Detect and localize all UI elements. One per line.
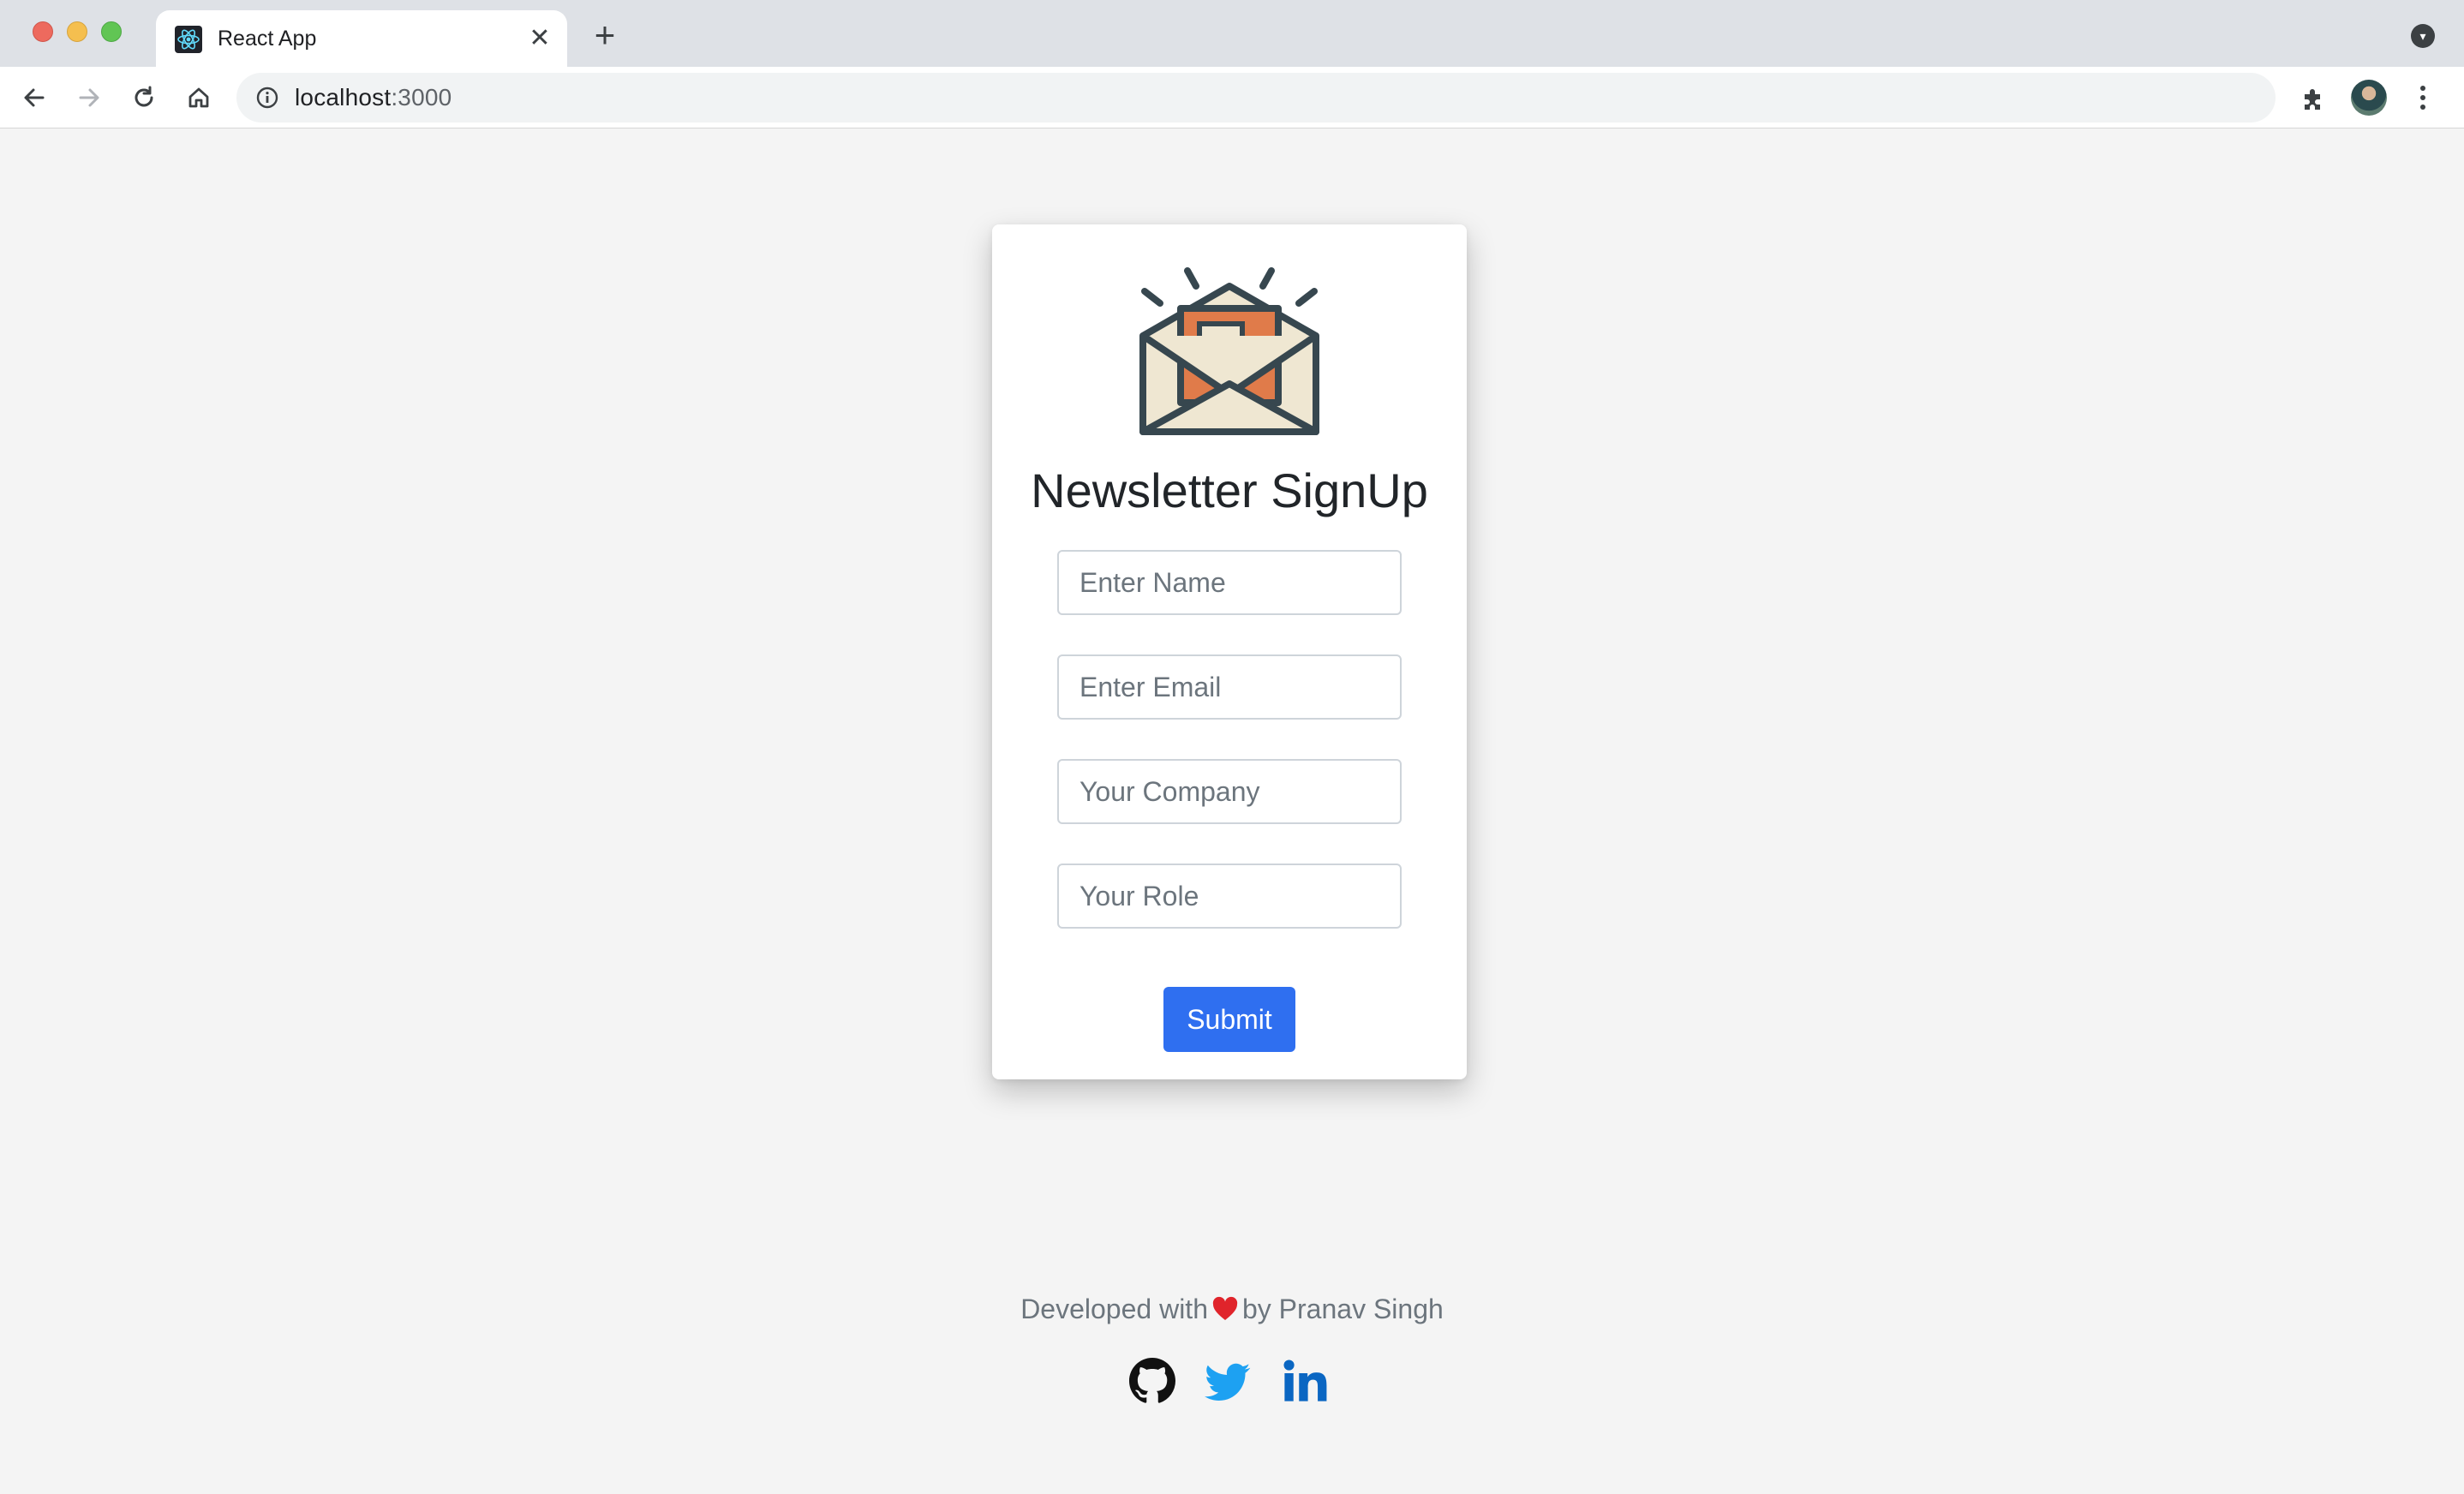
name-field[interactable]: [1057, 550, 1402, 615]
info-icon[interactable]: [255, 86, 279, 110]
back-icon[interactable]: [15, 79, 53, 117]
url-host: localhost: [295, 84, 392, 111]
email-field[interactable]: [1057, 654, 1402, 720]
url-text: localhost:3000: [295, 73, 452, 123]
home-icon[interactable]: [180, 79, 218, 117]
reload-icon[interactable]: [125, 79, 163, 117]
maximize-window-button[interactable]: [101, 21, 122, 42]
tab-title: React App: [218, 27, 317, 51]
tab-strip: React App ✕ + ▾: [0, 0, 2464, 67]
browser-toolbar: localhost:3000: [0, 67, 2464, 128]
company-field[interactable]: [1057, 759, 1402, 824]
menu-icon[interactable]: [2414, 82, 2431, 113]
footer-prefix: Developed with: [1020, 1294, 1208, 1324]
heart-icon: [1212, 1296, 1238, 1320]
footer-suffix: by Pranav Singh: [1241, 1294, 1444, 1324]
avatar[interactable]: [2351, 80, 2387, 116]
new-tab-button[interactable]: +: [589, 17, 620, 53]
close-window-button[interactable]: [33, 21, 53, 42]
close-tab-icon[interactable]: ✕: [528, 26, 552, 51]
envelope-newsletter-icon: [1139, 267, 1319, 435]
tab-react-app[interactable]: React App ✕: [156, 10, 567, 67]
linkedin-icon[interactable]: [1282, 1357, 1328, 1405]
url-port: :3000: [391, 84, 452, 111]
signup-card: Newsletter SignUp Submit: [992, 224, 1467, 1079]
role-field[interactable]: [1057, 864, 1402, 929]
footer-credit: Developed with by Pranav Singh: [0, 1290, 2464, 1328]
forward-icon[interactable]: [70, 79, 108, 117]
react-icon: [175, 26, 202, 53]
twitter-icon[interactable]: [1205, 1357, 1251, 1405]
extensions-icon[interactable]: [2300, 84, 2329, 113]
minimize-window-button[interactable]: [67, 21, 87, 42]
tab-search-icon[interactable]: ▾: [2411, 24, 2435, 48]
address-bar[interactable]: localhost:3000: [236, 73, 2276, 123]
submit-button[interactable]: Submit: [1163, 987, 1295, 1052]
github-icon[interactable]: [1129, 1357, 1175, 1405]
page-title: Newsletter SignUp: [1031, 463, 1428, 517]
